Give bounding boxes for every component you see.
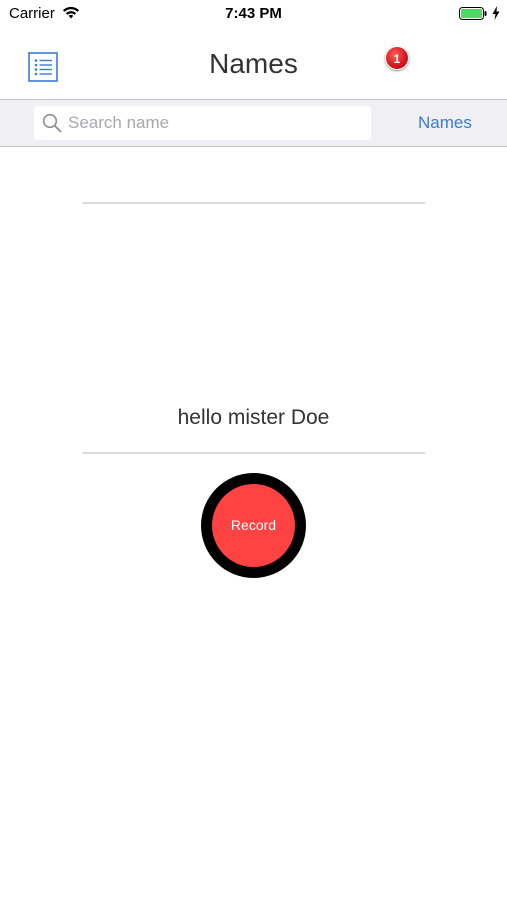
status-bar: Carrier 7:43 PM: [0, 0, 507, 28]
search-bar: Names: [0, 99, 507, 147]
status-time: 7:43 PM: [225, 5, 282, 22]
navigation-bar: Names 1: [0, 28, 507, 99]
bottom-divider: [83, 452, 425, 454]
notification-badge[interactable]: 1: [385, 46, 409, 70]
names-scope-button[interactable]: Names: [418, 113, 498, 133]
battery-icon: [459, 7, 487, 20]
search-input[interactable]: [68, 106, 363, 140]
top-divider: [83, 202, 425, 204]
message-text: hello mister Doe: [177, 406, 330, 429]
app-screen: Carrier 7:43 PM Names 1 Search name Name…: [0, 0, 507, 900]
charging-bolt-icon: [492, 6, 500, 20]
record-label: Record: [212, 484, 295, 567]
page-title: Names: [209, 48, 298, 79]
record-button[interactable]: Record: [201, 473, 306, 578]
search-icon: [42, 113, 62, 133]
search-field[interactable]: [34, 106, 371, 140]
